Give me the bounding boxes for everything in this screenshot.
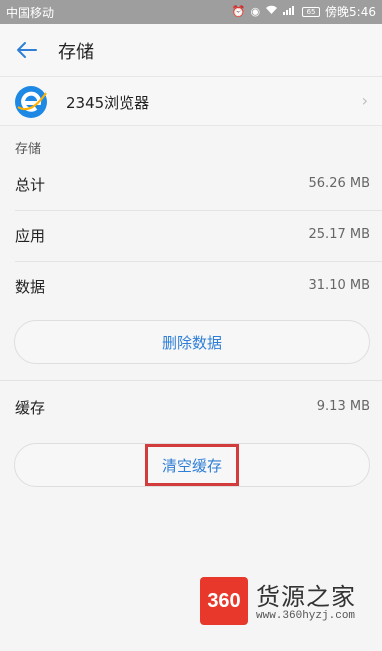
app-info-row[interactable]: 2345浏览器 › <box>0 76 382 126</box>
watermark-url: www.360hyzj.com <box>256 610 356 622</box>
storage-total-row: 总计 56.26 MB <box>0 160 382 210</box>
back-button[interactable] <box>12 36 40 64</box>
row-value: 25.17 MB <box>308 227 370 242</box>
row-label: 缓存 <box>15 399 46 417</box>
page-title: 存储 <box>58 42 94 63</box>
wifi-icon <box>265 4 278 20</box>
battery-icon: 65 <box>302 6 321 17</box>
section-header: 存储 <box>15 142 42 157</box>
chevron-right-icon: › <box>361 91 368 110</box>
app-name: 2345浏览器 <box>66 94 150 112</box>
back-arrow-icon <box>17 42 37 58</box>
divider <box>0 380 382 381</box>
row-value: 9.13 MB <box>316 399 370 414</box>
signal-icon <box>283 4 297 20</box>
row-label: 数据 <box>15 278 46 296</box>
row-value: 31.10 MB <box>308 278 370 293</box>
carrier-label: 中国移动 <box>6 6 55 20</box>
eye-icon: ◉ <box>250 4 261 18</box>
title-bar: 存储 <box>0 24 382 76</box>
clock-label: 傍晚5:46 <box>325 5 376 19</box>
watermark-brand: 货源之家 <box>256 583 356 611</box>
row-label: 总计 <box>15 176 46 194</box>
clear-cache-label: 清空缓存 <box>161 456 222 475</box>
storage-app-row: 应用 25.17 MB <box>0 211 382 261</box>
watermark-logo: 360 <box>200 577 248 625</box>
status-bar: 中国移动 ⏰ ◉ 65 傍晚5:46 <box>0 0 382 24</box>
row-value: 56.26 MB <box>308 176 370 191</box>
cache-row: 缓存 9.13 MB <box>0 383 382 433</box>
browser-app-icon <box>14 85 48 119</box>
storage-data-row: 数据 31.10 MB <box>0 262 382 312</box>
watermark: 360 货源之家 www.360hyzj.com <box>200 575 378 631</box>
alarm-icon: ⏰ <box>231 4 246 18</box>
row-label: 应用 <box>15 227 46 245</box>
status-icons: ⏰ ◉ 65 傍晚5:46 <box>232 3 376 20</box>
clear-data-button[interactable]: 删除数据 <box>14 320 370 364</box>
